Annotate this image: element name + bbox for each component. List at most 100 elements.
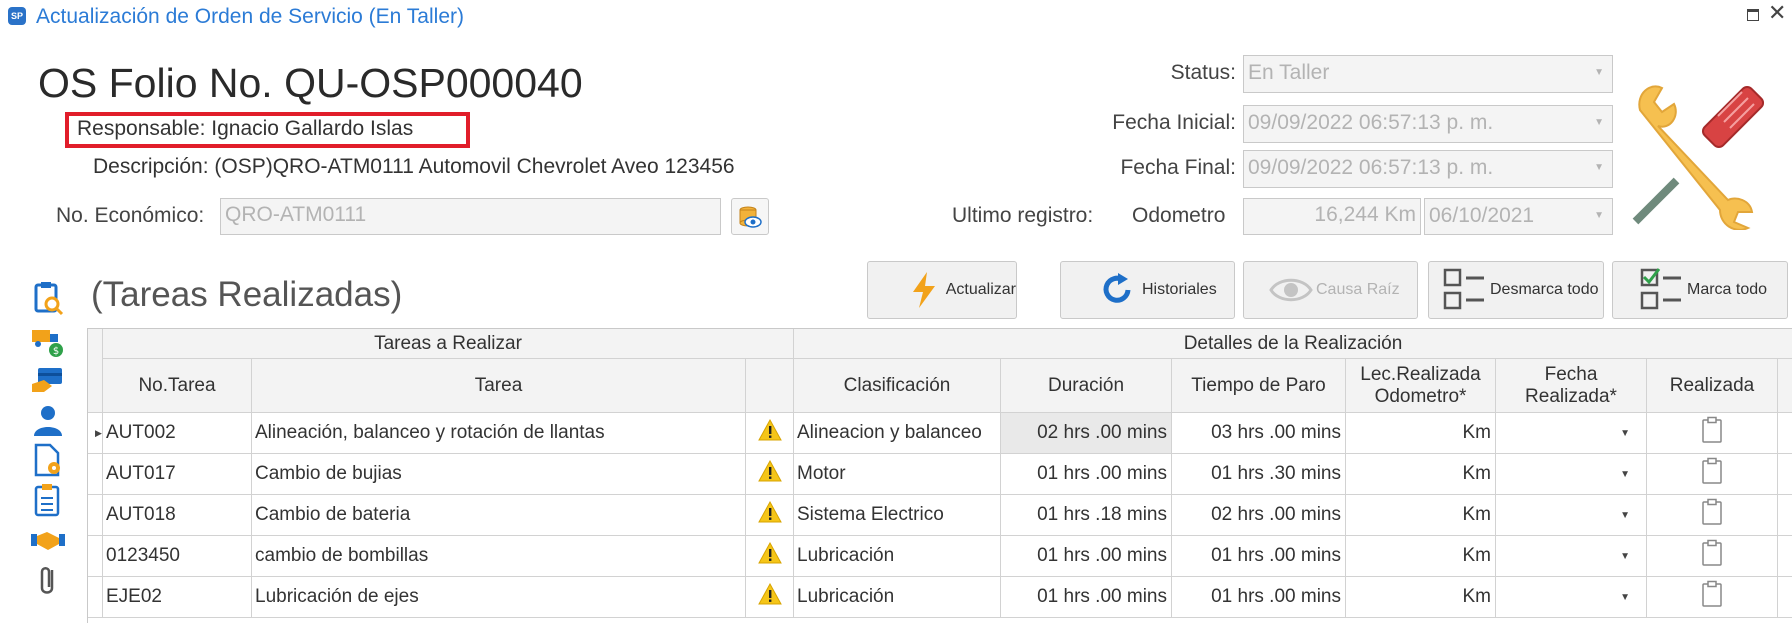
cell-fecha-realizada[interactable]: ▼ [1496, 536, 1647, 577]
cell-fecha-realizada[interactable]: ▼ [1496, 454, 1647, 495]
cell-tarea[interactable]: Cambio de bateria [252, 495, 746, 536]
cell-warning [746, 454, 794, 495]
cell-tiempo-paro-text: 01 hrs .00 mins [1211, 586, 1341, 607]
cell-duracion[interactable]: 01 hrs .18 mins [1001, 495, 1172, 536]
odometro-label: Odometro [1132, 204, 1226, 227]
col-header-tarea[interactable]: Tarea [252, 359, 746, 413]
clipboard-checkbox-icon[interactable] [1701, 580, 1723, 614]
col-header-fecha-realizada-line1: Fecha [1544, 363, 1598, 385]
cell-tarea[interactable]: Cambio de bujias [252, 454, 746, 495]
cell-duracion[interactable]: 01 hrs .00 mins [1001, 577, 1172, 618]
cell-duracion[interactable]: 01 hrs .00 mins [1001, 536, 1172, 577]
cell-tarea[interactable]: cambio de bombillas [252, 536, 746, 577]
close-icon[interactable]: ✕ [1768, 2, 1786, 24]
cell-realizada[interactable] [1647, 454, 1778, 495]
cell-tiempo-paro[interactable]: 01 hrs .30 mins [1172, 454, 1346, 495]
cell-tiempo-paro-text: 01 hrs .00 mins [1211, 545, 1341, 566]
cell-clasificacion[interactable]: Lubricación [794, 536, 1001, 577]
clipboard-list-icon[interactable] [30, 482, 66, 518]
col-header-fecha-realizada[interactable]: Fecha Realizada* [1496, 359, 1647, 413]
cell-no-tarea[interactable]: AUT017 [103, 454, 252, 495]
cell-clasificacion-text: Lubricación [797, 545, 895, 566]
group-header-detalles: Detalles de la Realización [794, 329, 1792, 359]
cell-no-tarea[interactable]: AUT018 [103, 495, 252, 536]
chevron-down-icon[interactable]: ▼ [1620, 551, 1630, 562]
clipboard-checkbox-icon[interactable] [1701, 498, 1723, 532]
cell-tiempo-paro[interactable]: 02 hrs .00 mins [1172, 495, 1346, 536]
cell-realizada[interactable] [1647, 577, 1778, 618]
col-header-duracion[interactable]: Duración [1001, 359, 1172, 413]
cell-clasificacion-text: Lubricación [797, 586, 895, 607]
col-header-realizada[interactable]: Realizada [1647, 359, 1778, 413]
chevron-down-icon: ▼ [1594, 117, 1604, 128]
cell-tiempo-paro[interactable]: 01 hrs .00 mins [1172, 577, 1346, 618]
clipboard-search-icon[interactable] [30, 280, 66, 316]
user-icon[interactable] [30, 402, 66, 438]
cell-lec-realizada[interactable]: Km [1346, 495, 1496, 536]
handshake-icon[interactable] [30, 522, 66, 558]
clipboard-checkbox-icon[interactable] [1701, 457, 1723, 491]
responsable-text: Responsable: Ignacio Gallardo Islas [77, 117, 414, 140]
fecha-final-select[interactable]: 09/09/2022 06:57:13 p. m. ▼ [1243, 150, 1613, 188]
chevron-down-icon[interactable]: ▼ [1620, 510, 1630, 521]
handshake-card-icon[interactable] [30, 362, 66, 398]
cell-tarea[interactable]: Alineación, balanceo y rotación de llant… [252, 413, 746, 454]
cell-realizada[interactable] [1647, 536, 1778, 577]
row-indicator [88, 495, 103, 536]
cell-fecha-realizada[interactable]: ▼ [1496, 413, 1647, 454]
actualizar-button[interactable]: Actualizar [867, 261, 1017, 319]
cell-realizada[interactable] [1647, 495, 1778, 536]
view-vehicle-button[interactable] [731, 198, 769, 235]
odometro-input[interactable]: 16,244 Km [1243, 198, 1421, 235]
eye-icon [1266, 265, 1316, 315]
cell-duracion[interactable]: 02 hrs .00 mins [1001, 413, 1172, 454]
cell-fecha-realizada[interactable]: ▼ [1496, 577, 1647, 618]
chevron-down-icon[interactable]: ▼ [1620, 469, 1630, 480]
fecha-inicial-select[interactable]: 09/09/2022 06:57:13 p. m. ▼ [1243, 105, 1613, 143]
cell-filler [1778, 454, 1792, 495]
cell-no-tarea[interactable]: 0123450 [103, 536, 252, 577]
col-header-no-tarea[interactable]: No.Tarea [103, 359, 252, 413]
cell-no-tarea[interactable]: EJE02 [103, 577, 252, 618]
col-header-tiempo-paro[interactable]: Tiempo de Paro [1172, 359, 1346, 413]
cell-fecha-realizada[interactable]: ▼ [1496, 495, 1647, 536]
col-header-lec-realizada[interactable]: Lec.Realizada Odometro* [1346, 359, 1496, 413]
warning-icon [757, 459, 782, 488]
cell-lec-realizada[interactable]: Km [1346, 413, 1496, 454]
section-title: (Tareas Realizadas) [91, 275, 403, 314]
cell-tiempo-paro[interactable]: 03 hrs .00 mins [1172, 413, 1346, 454]
cell-lec-realizada[interactable]: Km [1346, 577, 1496, 618]
odometro-fecha-select[interactable]: 06/10/2021 ▼ [1424, 198, 1613, 235]
cell-lec-realizada[interactable]: Km [1346, 454, 1496, 495]
marca-todo-button[interactable]: Marca todo [1612, 261, 1788, 319]
status-select[interactable]: En Taller ▼ [1243, 55, 1613, 93]
clipboard-checkbox-icon[interactable] [1701, 539, 1723, 573]
maximize-icon[interactable] [1745, 6, 1761, 21]
causa-raiz-button[interactable]: Causa Raíz [1243, 261, 1418, 319]
chevron-down-icon[interactable]: ▼ [1620, 592, 1630, 603]
cell-realizada[interactable] [1647, 413, 1778, 454]
cell-filler [1778, 577, 1792, 618]
cell-clasificacion[interactable]: Lubricación [794, 577, 1001, 618]
document-settings-icon[interactable] [30, 442, 66, 478]
historiales-button[interactable]: Historiales [1060, 261, 1235, 319]
paperclip-icon[interactable] [30, 562, 66, 598]
chevron-down-icon[interactable]: ▼ [1620, 428, 1630, 439]
cell-duracion[interactable]: 01 hrs .00 mins [1001, 454, 1172, 495]
clipboard-checkbox-icon[interactable] [1701, 416, 1723, 450]
cell-tiempo-paro[interactable]: 01 hrs .00 mins [1172, 536, 1346, 577]
cell-clasificacion[interactable]: Sistema Electrico [794, 495, 1001, 536]
no-economico-input[interactable]: QRO-ATM0111 [220, 198, 721, 235]
window-title: Actualización de Orden de Servicio (En T… [36, 5, 464, 28]
col-header-clasificacion[interactable]: Clasificación [794, 359, 1001, 413]
cell-no-tarea-text: AUT018 [106, 504, 176, 525]
desmarca-todo-button[interactable]: Desmarca todo [1428, 261, 1604, 319]
fecha-inicial-label: Fecha Inicial: [1112, 111, 1236, 134]
cell-clasificacion[interactable]: Motor [794, 454, 1001, 495]
truck-money-icon[interactable]: $ [30, 322, 66, 358]
cell-clasificacion[interactable]: Alineacion y balanceo [794, 413, 1001, 454]
cell-tarea[interactable]: Lubricación de ejes [252, 577, 746, 618]
cell-lec-realizada[interactable]: Km [1346, 536, 1496, 577]
cell-no-tarea[interactable]: AUT002 [103, 413, 252, 454]
cell-clasificacion-text: Alineacion y balanceo [797, 422, 982, 443]
